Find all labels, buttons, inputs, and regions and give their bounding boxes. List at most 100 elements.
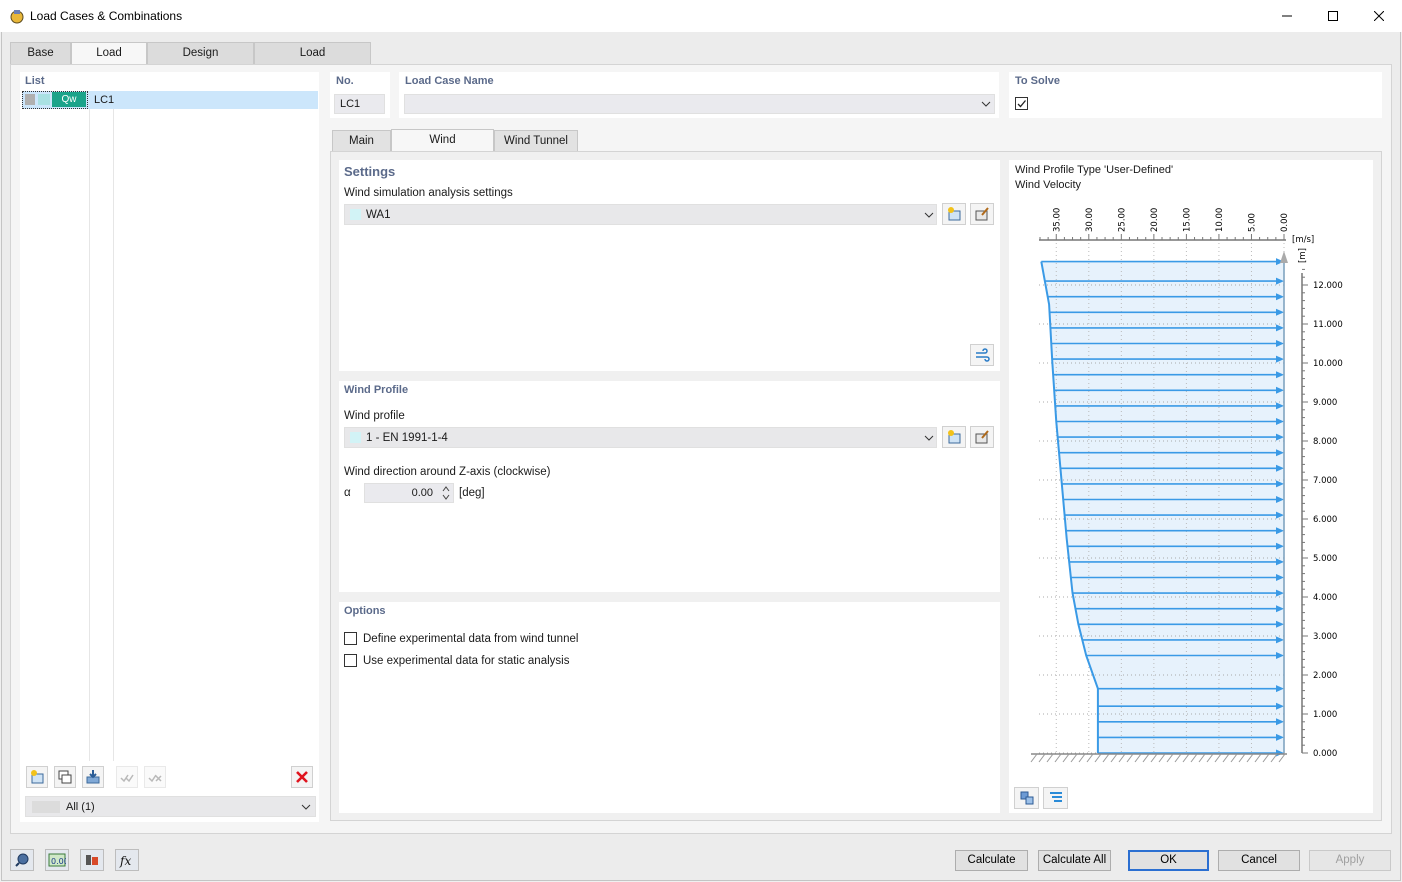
edit-wind-profile-button[interactable] bbox=[970, 426, 994, 448]
ground-hatch bbox=[1127, 754, 1133, 762]
to-solve-label: To Solve bbox=[1015, 75, 1060, 87]
top-tab-bar: Base Load Cases Design Situations Load C… bbox=[10, 42, 371, 64]
ground-hatch bbox=[1167, 754, 1173, 762]
ground-hatch bbox=[1223, 754, 1229, 762]
uncheck-all-button[interactable] bbox=[144, 766, 166, 788]
analysis-settings-label: Wind simulation analysis settings bbox=[344, 187, 513, 199]
new-wind-profile-button[interactable] bbox=[942, 426, 966, 448]
minimize-icon bbox=[1282, 11, 1292, 21]
y-tick-label: 12.000 bbox=[1313, 281, 1343, 291]
ground-hatch bbox=[1055, 754, 1061, 762]
ground-hatch bbox=[1207, 754, 1213, 762]
y-tick-label: 0.000 bbox=[1313, 749, 1337, 759]
y-tick-label: 7.000 bbox=[1313, 476, 1337, 486]
swap-axes-button[interactable] bbox=[1014, 787, 1039, 809]
formula-button[interactable]: fx bbox=[115, 849, 139, 871]
ground-hatch bbox=[1047, 754, 1053, 762]
delete-icon bbox=[295, 770, 309, 784]
wind-info-button[interactable] bbox=[970, 344, 994, 366]
to-solve-box bbox=[1009, 72, 1382, 118]
y-tick-label: 2.000 bbox=[1313, 671, 1337, 681]
alpha-field[interactable]: 0.00 bbox=[364, 483, 454, 503]
x-tick-label: 15.00 bbox=[1182, 208, 1192, 232]
model-info-button[interactable] bbox=[80, 849, 104, 871]
tab-main[interactable]: Main bbox=[332, 130, 391, 152]
tab-design-situations[interactable]: Design Situations bbox=[147, 42, 254, 64]
z-axis-arrow bbox=[1280, 251, 1288, 263]
minimize-button[interactable] bbox=[1264, 0, 1310, 32]
load-case-name: LC1 bbox=[94, 94, 114, 106]
new-analysis-settings-button[interactable] bbox=[942, 203, 966, 225]
x-unit-label: [m/s] bbox=[1292, 235, 1314, 245]
wind-direction-label: Wind direction around Z-axis (clockwise) bbox=[344, 466, 550, 478]
x-tick-label: 0.00 bbox=[1280, 213, 1290, 232]
ground-hatch bbox=[1255, 754, 1261, 762]
tab-wind-simulation[interactable]: Wind Simulation bbox=[391, 129, 494, 152]
list-panel bbox=[20, 72, 319, 822]
calculate-all-button[interactable]: Calculate All bbox=[1038, 850, 1111, 871]
ground-hatch bbox=[1191, 754, 1197, 762]
analysis-settings-select[interactable]: WA1 bbox=[344, 204, 937, 225]
experimental-data-checkbox[interactable] bbox=[344, 632, 357, 645]
close-button[interactable] bbox=[1356, 0, 1402, 32]
alpha-unit: [deg] bbox=[459, 487, 485, 499]
tab-load-cases[interactable]: Load Cases bbox=[71, 42, 147, 65]
color-swatch bbox=[38, 94, 50, 105]
diagram-icon bbox=[1048, 790, 1064, 806]
ground-hatch bbox=[1119, 754, 1125, 762]
cancel-button[interactable]: Cancel bbox=[1218, 850, 1300, 871]
function-icon: fx bbox=[119, 852, 135, 868]
units-button[interactable]: 0.00 bbox=[45, 849, 69, 871]
settings-heading: Settings bbox=[344, 164, 395, 179]
edit-analysis-settings-button[interactable] bbox=[970, 203, 994, 225]
diagram-options-button[interactable] bbox=[1043, 787, 1068, 809]
ground-hatch bbox=[1231, 754, 1237, 762]
wind-profile-value: 1 - EN 1991-1-4 bbox=[366, 432, 448, 444]
list-item[interactable]: Qw LC1 bbox=[22, 91, 318, 109]
number-field[interactable]: LC1 bbox=[334, 94, 385, 114]
y-tick-label: 9.000 bbox=[1313, 398, 1337, 408]
ground-hatch bbox=[1103, 754, 1109, 762]
wind-profile-heading: Wind Profile bbox=[344, 384, 408, 396]
window-title: Load Cases & Combinations bbox=[30, 9, 182, 23]
ok-button[interactable]: OK bbox=[1128, 850, 1209, 871]
apply-button[interactable]: Apply bbox=[1309, 850, 1391, 871]
ground-hatch bbox=[1215, 754, 1221, 762]
y-tick-label: 10.000 bbox=[1313, 359, 1343, 369]
experimental-data-label: Define experimental data from wind tunne… bbox=[363, 633, 578, 645]
calculate-button[interactable]: Calculate bbox=[955, 850, 1028, 871]
search-button[interactable] bbox=[10, 849, 34, 871]
wind-profile-select[interactable]: 1 - EN 1991-1-4 bbox=[344, 427, 937, 448]
tab-base[interactable]: Base bbox=[10, 42, 71, 64]
import-button[interactable] bbox=[82, 766, 104, 788]
ground-hatch bbox=[1135, 754, 1141, 762]
delete-button[interactable] bbox=[291, 766, 313, 788]
ground-hatch bbox=[1079, 754, 1085, 762]
x-tick-label: 30.00 bbox=[1085, 208, 1095, 232]
tab-wind-tunnel[interactable]: Wind Tunnel bbox=[494, 130, 578, 152]
tab-load-combinations[interactable]: Load Combinations bbox=[254, 42, 371, 64]
list-divider bbox=[113, 109, 114, 761]
analysis-settings-value: WA1 bbox=[366, 209, 391, 221]
list-filter-select[interactable]: All (1) bbox=[25, 796, 316, 817]
title-bar: Load Cases & Combinations bbox=[0, 0, 1402, 32]
check-all-button[interactable] bbox=[116, 766, 138, 788]
to-solve-checkbox[interactable] bbox=[1015, 97, 1028, 110]
chevron-down-icon bbox=[924, 435, 934, 441]
spinner-icon[interactable] bbox=[442, 485, 450, 501]
static-analysis-checkbox[interactable] bbox=[344, 654, 357, 667]
load-case-name-select[interactable] bbox=[404, 94, 995, 114]
ground-hatch bbox=[1111, 754, 1117, 762]
ground-hatch bbox=[1239, 754, 1245, 762]
new-load-case-button[interactable] bbox=[26, 766, 48, 788]
new-icon bbox=[946, 429, 962, 445]
edit-icon bbox=[974, 206, 990, 222]
ground-hatch bbox=[1271, 754, 1277, 762]
y-tick-label: 8.000 bbox=[1313, 437, 1337, 447]
new-icon bbox=[946, 206, 962, 222]
ground-hatch bbox=[1071, 754, 1077, 762]
maximize-button[interactable] bbox=[1310, 0, 1356, 32]
copy-button[interactable] bbox=[54, 766, 76, 788]
number-label: No. bbox=[336, 75, 354, 87]
ground-hatch bbox=[1159, 754, 1165, 762]
